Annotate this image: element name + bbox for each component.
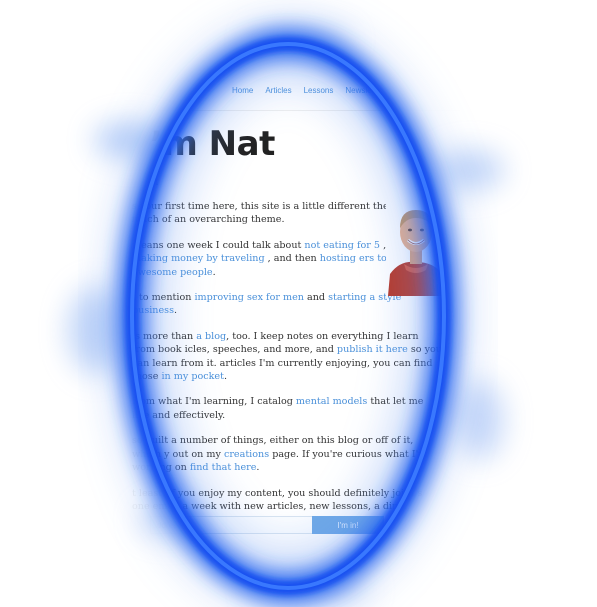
p2-text-a: means one week I could talk about [132,239,305,251]
p3-text-b: and [303,292,329,304]
pocket-link[interactable]: in my pocket [161,371,224,382]
p3-text-a: t to mention [132,292,195,304]
webpage: Home Articles Lessons Newslett ’m Nat el… [0,0,597,607]
im-in-button[interactable]: I'm in! [312,516,384,534]
p2-text-d: . [212,266,216,278]
email-address-input[interactable] [150,516,320,534]
nav-home-link[interactable]: Home [232,86,253,95]
avatar-photo [386,200,444,296]
paragraph-7: t least, if you enjoy my content, you sh… [132,487,442,514]
not-eating-link[interactable]: not eating for 5 [304,240,380,251]
p5-text-a: from what I'm learning, I catalog [132,396,296,408]
p2-text-c: , and then [264,253,320,265]
making-money-link[interactable]: making money by traveling [132,253,265,264]
mental-models-link[interactable]: mental models [296,396,367,407]
improving-sex-link[interactable]: improving sex for men [194,292,304,303]
find-that-here-link[interactable]: find that here [190,462,257,473]
nav-articles-link[interactable]: Articles [265,86,291,95]
page-title: ’m Nat [150,124,275,164]
p6-text-c: . [256,462,260,474]
paragraph-5: from what I'm learning, I catalog mental… [132,395,442,422]
nav-lessons-link[interactable]: Lessons [304,86,334,95]
author-avatar [386,200,444,296]
p4-text-d: . [223,371,228,383]
creations-link[interactable]: creations [224,449,269,460]
nav-newsletter-link[interactable]: Newslett [345,86,376,95]
top-nav: Home Articles Lessons Newslett [232,86,376,95]
p3-text-c: . [174,305,178,317]
nav-divider [160,110,460,111]
greeting-text: el [150,178,159,188]
p4-text-a: is more than [132,330,197,342]
newsletter-signup-form: I'm in! [150,516,450,536]
paragraph-4: is more than a blog, too. I keep notes o… [132,330,442,384]
paragraph-6: so built a number of things, either on t… [132,434,442,474]
hosting-link[interactable]: hosting [320,253,356,264]
a-blog-link[interactable]: a blog [196,331,226,342]
paragraph-1-text: s your first time here, this site is a l… [132,201,426,226]
publish-here-link[interactable]: publish it here [337,344,408,355]
starting-business-link[interactable]: starting a [328,292,375,303]
p7-text: t least, if you enjoy my content, you sh… [132,487,423,512]
